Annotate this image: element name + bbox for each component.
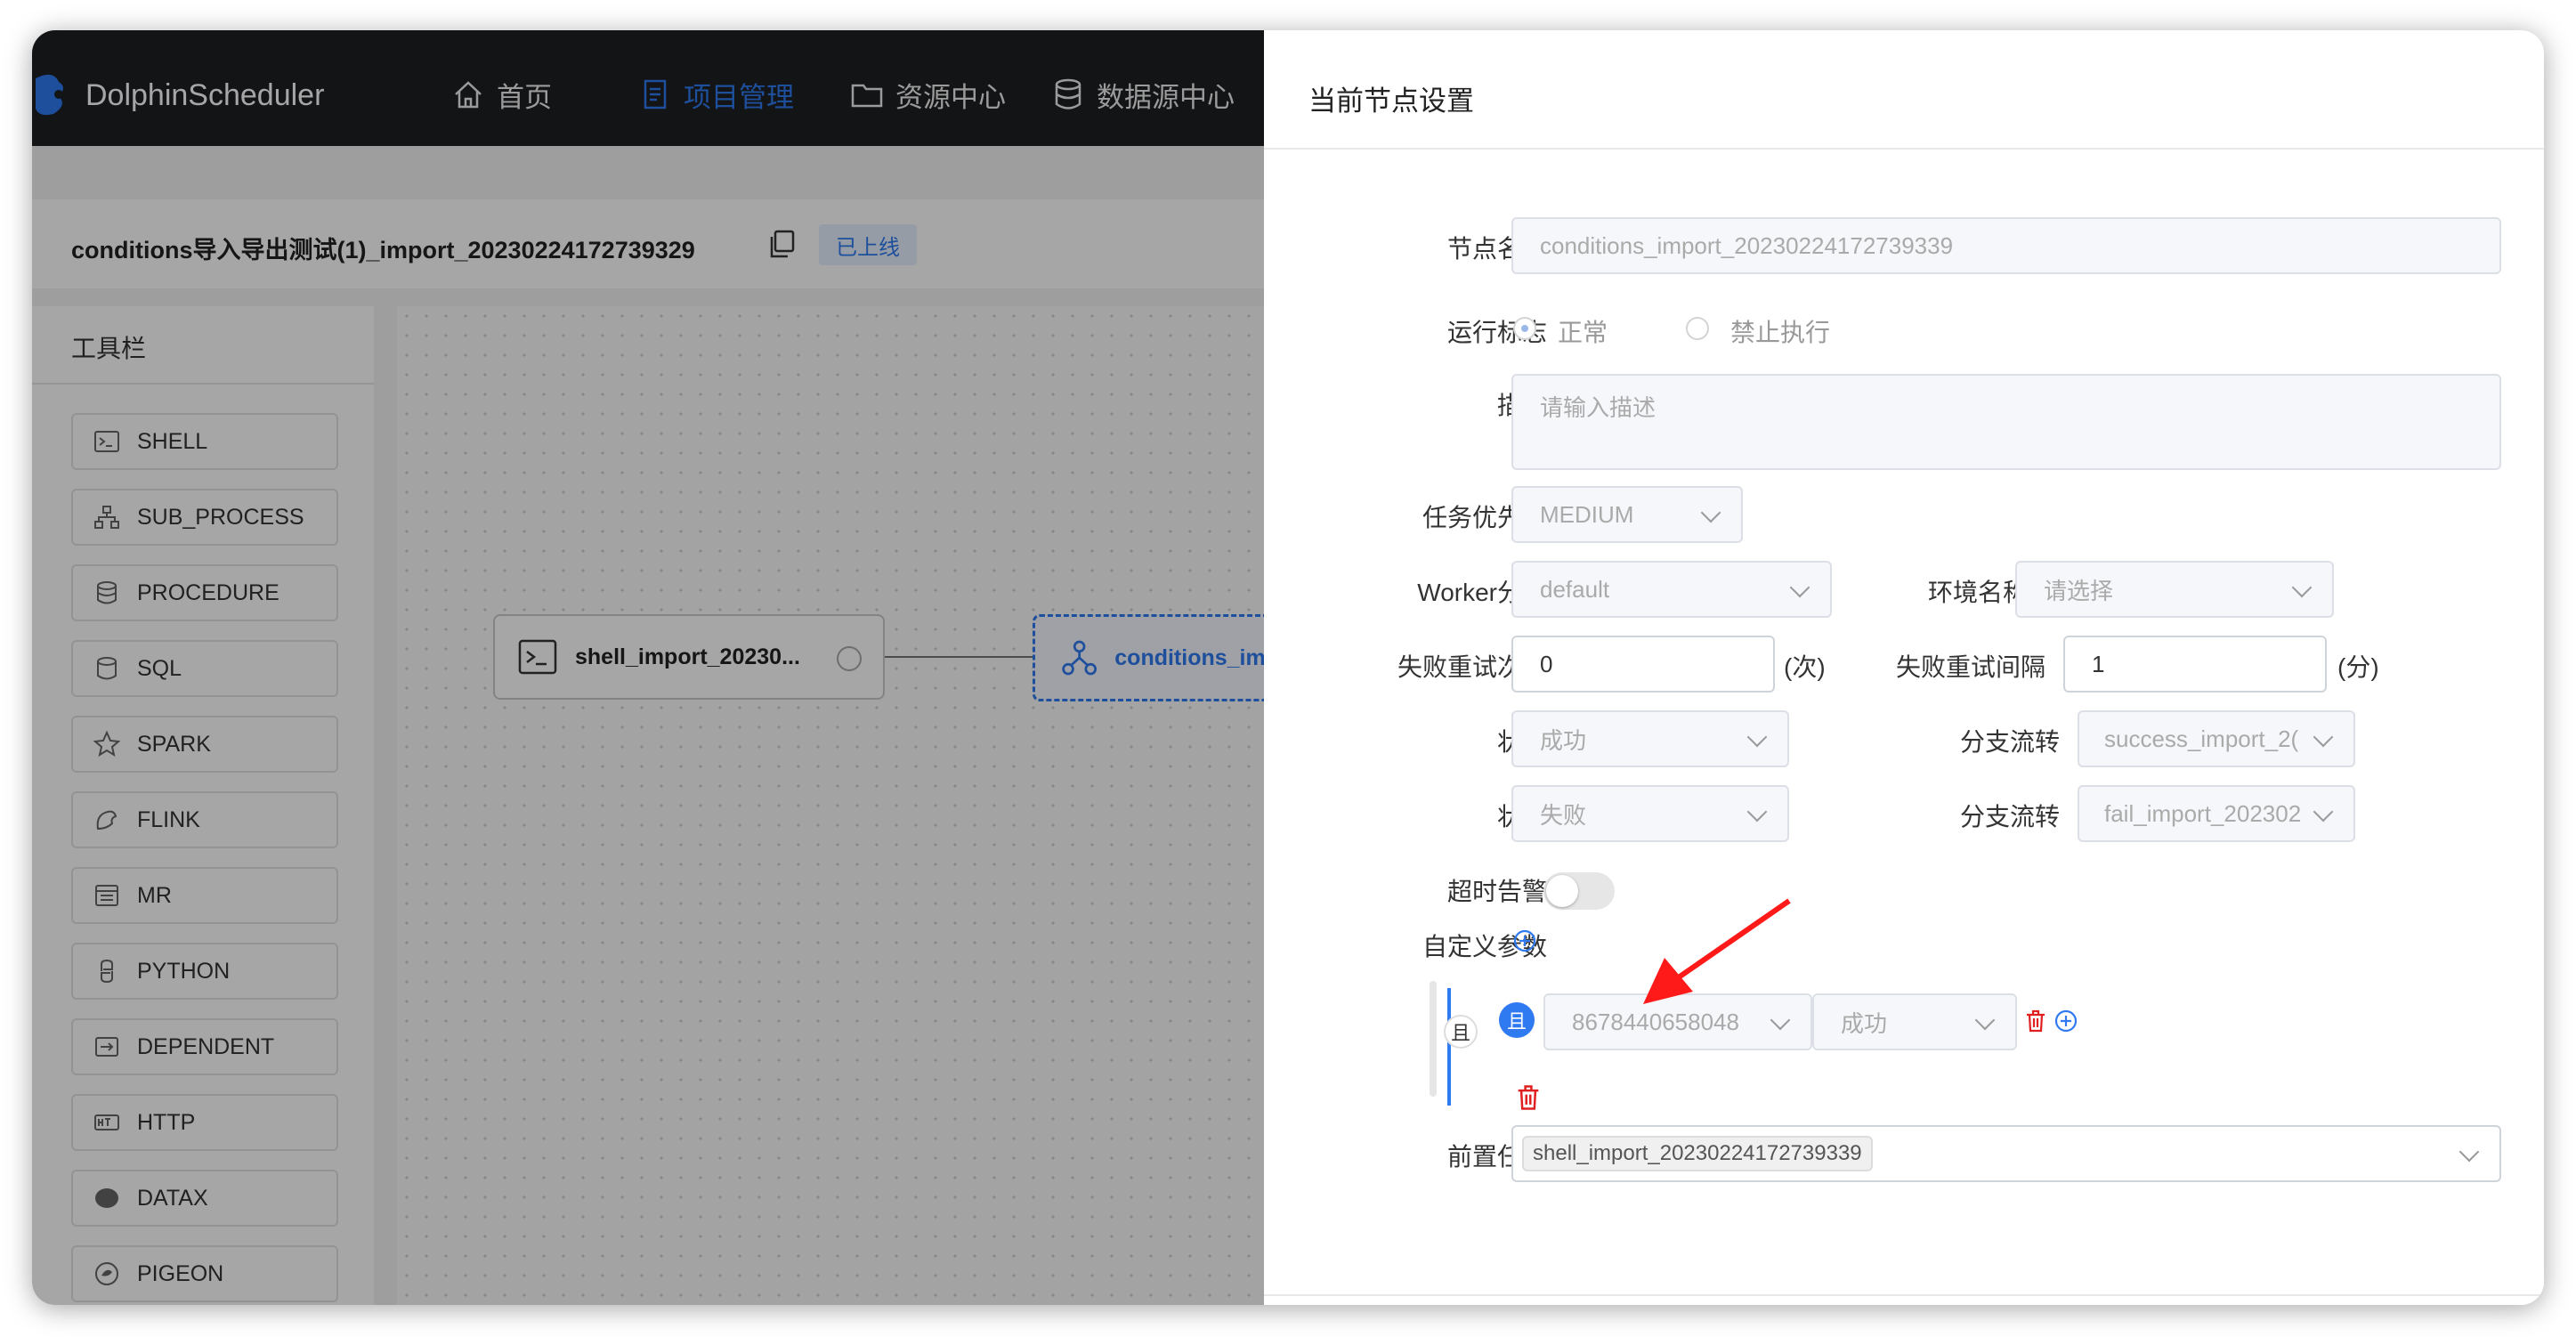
window-frame: DolphinScheduler 首页 项目管理 资源中心 数据源中心 cond…: [32, 30, 2544, 1305]
retry-interval-unit: (分): [2337, 653, 2379, 681]
drawer-footer-divider: [1264, 1294, 2544, 1296]
outer-relation-bar: [1430, 981, 1437, 1097]
chevron-down-icon: [1789, 577, 1810, 598]
branch-failure-state-select[interactable]: 失败: [1511, 785, 1789, 842]
description-textarea[interactable]: 请输入描述: [1511, 374, 2501, 470]
trash-group-icon[interactable]: [1513, 1082, 1543, 1113]
chevron-down-icon: [1746, 801, 1768, 822]
chevron-down-icon: [2313, 801, 2334, 822]
priority-select[interactable]: MEDIUM: [1511, 486, 1743, 543]
chevron-down-icon: [2313, 726, 2334, 748]
retry-times-unit: (次): [1784, 653, 1826, 681]
worker-group-select[interactable]: default: [1511, 561, 1832, 618]
condition-status-select[interactable]: 成功: [1812, 993, 2017, 1050]
retry-interval-input[interactable]: 1: [2063, 636, 2327, 693]
environment-placeholder: 请选择: [2044, 577, 2114, 604]
chevron-down-icon: [1746, 726, 1768, 748]
inner-relation-toggle[interactable]: 且: [1499, 1002, 1535, 1038]
branch-success-state-select[interactable]: 成功: [1511, 710, 1789, 767]
trash-icon[interactable]: [2022, 1008, 2049, 1034]
chevron-down-icon: [1700, 502, 1721, 523]
chevron-down-icon: [1974, 1009, 1996, 1031]
chevron-down-icon: [2291, 577, 2313, 598]
run-flag-forbidden-label: 禁止执行: [1730, 319, 1831, 346]
pre-tasks-select[interactable]: shell_import_20230224172739339: [1511, 1125, 2501, 1182]
branch-failure-flow-value: fail_import_202302: [2104, 799, 2302, 827]
drawer-title: 当前节点设置: [1308, 85, 1474, 117]
drawer-header-divider: [1264, 148, 2544, 150]
annotation-arrow-icon: [1643, 898, 1791, 1004]
condition-task-value: 8678440658048: [1572, 1008, 1739, 1035]
add-param-icon[interactable]: [1511, 928, 1538, 954]
pre-task-tag[interactable]: shell_import_20230224172739339: [1522, 1136, 1873, 1171]
condition-status-value: 成功: [1841, 1009, 1888, 1037]
retry-times-input[interactable]: 0: [1511, 636, 1775, 693]
outer-relation-toggle[interactable]: 且: [1444, 1015, 1478, 1049]
description-placeholder: 请输入描述: [1540, 394, 1657, 421]
environment-label: 环境名称: [1928, 579, 2029, 606]
branch-failure-state-value: 失败: [1540, 801, 1587, 829]
priority-value: MEDIUM: [1540, 500, 1634, 528]
add-condition-icon[interactable]: [2053, 1008, 2079, 1034]
environment-select[interactable]: 请选择: [2015, 561, 2334, 618]
retry-interval-label: 失败重试间隔: [1896, 653, 2046, 681]
timeout-alarm-toggle[interactable]: [1543, 872, 1615, 910]
modal-overlay[interactable]: [32, 30, 1264, 1305]
branch-success-flow-select[interactable]: success_import_2(: [2078, 710, 2355, 767]
run-flag-normal-radio[interactable]: [1513, 317, 1536, 340]
run-flag-normal-label: 正常: [1558, 319, 1608, 346]
run-flag-forbidden-radio[interactable]: [1686, 317, 1709, 340]
worker-group-value: default: [1540, 575, 1610, 603]
branch-success-flow-label: 分支流转: [1960, 728, 2061, 756]
chevron-down-icon: [2459, 1141, 2480, 1163]
branch-success-state-value: 成功: [1540, 726, 1587, 754]
chevron-down-icon: [1770, 1009, 1791, 1031]
branch-success-flow-value: success_import_2(: [2104, 725, 2299, 752]
node-name-input[interactable]: conditions_import_20230224172739339: [1511, 217, 2501, 274]
node-settings-drawer: 当前节点设置 节点名称 conditions_import_2023022417…: [1264, 41, 2544, 1305]
branch-failure-flow-label: 分支流转: [1960, 803, 2061, 831]
branch-failure-flow-select[interactable]: fail_import_202302: [2078, 785, 2355, 842]
inner-relation-bar: [1447, 988, 1451, 1106]
workflow-editor: DolphinScheduler 首页 项目管理 资源中心 数据源中心 cond…: [32, 30, 1282, 1305]
timeout-alarm-label: 超时告警: [1446, 878, 1547, 905]
